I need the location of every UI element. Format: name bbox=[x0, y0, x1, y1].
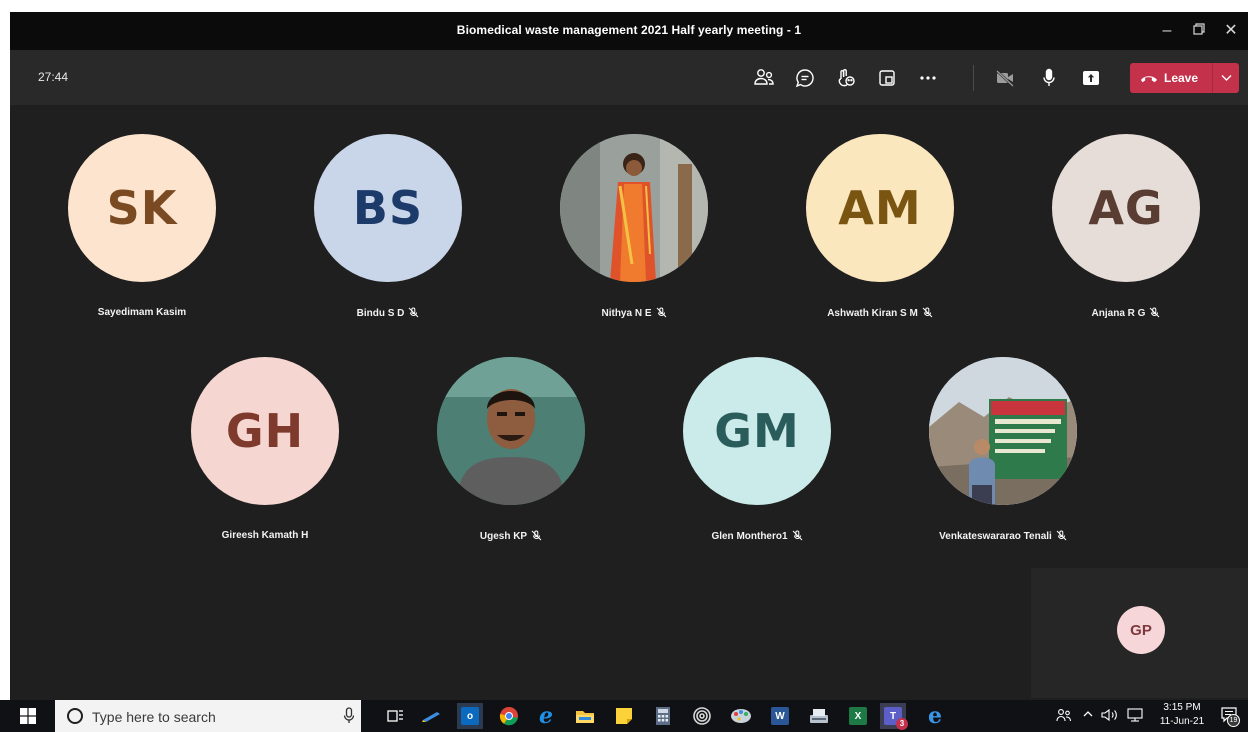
clock-date: 11-Jun-21 bbox=[1159, 716, 1205, 727]
participant-name: Gireesh Kamath H bbox=[221, 530, 309, 541]
hang-up-icon bbox=[1141, 76, 1157, 83]
participant-name: Nithya N E bbox=[514, 307, 754, 321]
meeting-timer: 27:44 bbox=[38, 70, 69, 84]
avatar: AG bbox=[1052, 134, 1200, 282]
participant-tile[interactable]: Venkateswararao Tenali bbox=[883, 357, 1123, 557]
network-icon[interactable] bbox=[1126, 708, 1144, 725]
edge-icon[interactable]: e bbox=[922, 703, 948, 729]
word-icon[interactable]: W bbox=[767, 703, 793, 729]
clock-time: 3:15 PM bbox=[1163, 702, 1201, 713]
pen-app-icon[interactable] bbox=[418, 703, 444, 729]
more-options-icon[interactable] bbox=[915, 65, 941, 91]
title-bar: Biomedical waste management 2021 Half ye… bbox=[10, 12, 1248, 50]
mic-muted-icon bbox=[408, 307, 419, 321]
breakout-rooms-icon[interactable] bbox=[874, 65, 900, 91]
task-view-icon[interactable] bbox=[383, 703, 409, 729]
man-selfie-photo bbox=[437, 357, 585, 505]
system-clock[interactable]: 3:15 PM 11-Jun-21 bbox=[1157, 701, 1207, 729]
leave-button[interactable]: Leave bbox=[1130, 63, 1239, 93]
calculator-icon[interactable] bbox=[650, 703, 676, 729]
sticky-notes-icon[interactable] bbox=[611, 703, 637, 729]
avatar: SK bbox=[68, 134, 216, 282]
people-icon[interactable] bbox=[1056, 708, 1072, 725]
notifications-icon[interactable]: 19 bbox=[1220, 706, 1240, 727]
file-explorer-icon[interactable] bbox=[572, 703, 598, 729]
teams-meeting-window: Biomedical waste management 2021 Half ye… bbox=[10, 12, 1248, 732]
mic-muted-icon bbox=[656, 307, 667, 321]
search-placeholder: Type here to search bbox=[92, 709, 216, 725]
self-avatar: GP bbox=[1117, 606, 1165, 654]
participants-icon[interactable] bbox=[751, 65, 777, 91]
self-preview-tile[interactable]: GP bbox=[1031, 568, 1248, 698]
participant-tile[interactable]: Nithya N E bbox=[514, 134, 754, 334]
excel-icon[interactable]: X bbox=[845, 703, 871, 729]
outlook-icon[interactable]: o bbox=[457, 703, 483, 729]
participant-name: Ugesh KP bbox=[391, 530, 631, 544]
avatar: AM bbox=[806, 134, 954, 282]
share-screen-icon[interactable] bbox=[1078, 65, 1104, 91]
participant-name: Sayedimam Kasim bbox=[97, 307, 187, 318]
participant-name: Glen Monthero1 bbox=[637, 530, 877, 544]
camera-off-icon[interactable] bbox=[992, 65, 1018, 91]
meeting-toolbar: 27:44 Leave bbox=[10, 50, 1248, 105]
window-title: Biomedical waste management 2021 Half ye… bbox=[456, 23, 802, 37]
teams-notification-badge: 3 bbox=[896, 718, 908, 730]
restore-icon[interactable] bbox=[1186, 18, 1212, 44]
internet-explorer-icon[interactable]: e bbox=[533, 703, 559, 729]
microphone-icon[interactable] bbox=[343, 707, 355, 725]
chrome-icon[interactable] bbox=[496, 703, 522, 729]
avatar: GH bbox=[191, 357, 339, 505]
participant-name: Anjana R G bbox=[1006, 307, 1246, 321]
teams-icon[interactable]: T3 bbox=[880, 703, 908, 730]
cortana-icon bbox=[67, 708, 83, 724]
avatar: GM bbox=[683, 357, 831, 505]
spiral-app-icon[interactable] bbox=[689, 703, 715, 729]
participant-name: Bindu S D bbox=[268, 307, 508, 321]
participant-tile[interactable]: AG Anjana R G bbox=[1006, 134, 1246, 334]
participant-name: Ashwath Kiran S M bbox=[760, 307, 1000, 321]
avatar: BS bbox=[314, 134, 462, 282]
mic-muted-icon bbox=[922, 307, 933, 321]
chat-icon[interactable] bbox=[792, 65, 818, 91]
reactions-icon[interactable] bbox=[833, 65, 859, 91]
scanner-app-icon[interactable] bbox=[806, 703, 832, 729]
notifications-count: 19 bbox=[1227, 714, 1240, 727]
taskbar-search-box[interactable]: Type here to search bbox=[55, 700, 361, 732]
mic-muted-icon bbox=[792, 530, 803, 544]
minimize-icon[interactable]: – bbox=[1154, 18, 1180, 44]
participant-tile[interactable]: GH Gireesh Kamath H bbox=[145, 357, 385, 557]
windows-taskbar: Type here to search o e W X T3 e 3:15 PM… bbox=[0, 700, 1248, 732]
windows-start-icon[interactable] bbox=[10, 700, 46, 732]
volume-icon[interactable] bbox=[1101, 708, 1119, 725]
chevron-down-icon[interactable] bbox=[1221, 74, 1232, 82]
mic-muted-icon bbox=[1056, 530, 1067, 544]
microphone-icon[interactable] bbox=[1036, 65, 1062, 91]
participant-tile[interactable]: Ugesh KP bbox=[391, 357, 631, 557]
man-at-khardung-la-photo bbox=[929, 357, 1077, 505]
toolbar-divider bbox=[973, 65, 974, 91]
mic-muted-icon bbox=[531, 530, 542, 544]
paint-app-icon[interactable] bbox=[728, 703, 754, 729]
participant-name: Venkateswararao Tenali bbox=[883, 530, 1123, 544]
woman-orange-saree-photo bbox=[560, 134, 708, 282]
mic-muted-icon bbox=[1149, 307, 1160, 321]
participant-tile[interactable]: AM Ashwath Kiran S M bbox=[760, 134, 1000, 334]
participant-tile[interactable]: GM Glen Monthero1 bbox=[637, 357, 877, 557]
chevron-up-icon[interactable] bbox=[1082, 708, 1094, 723]
leave-label: Leave bbox=[1164, 71, 1199, 85]
close-icon[interactable]: ✕ bbox=[1218, 18, 1244, 44]
leave-divider bbox=[1212, 63, 1213, 93]
participant-tile[interactable]: BS Bindu S D bbox=[268, 134, 508, 334]
participant-tile[interactable]: SK Sayedimam Kasim bbox=[22, 134, 262, 334]
